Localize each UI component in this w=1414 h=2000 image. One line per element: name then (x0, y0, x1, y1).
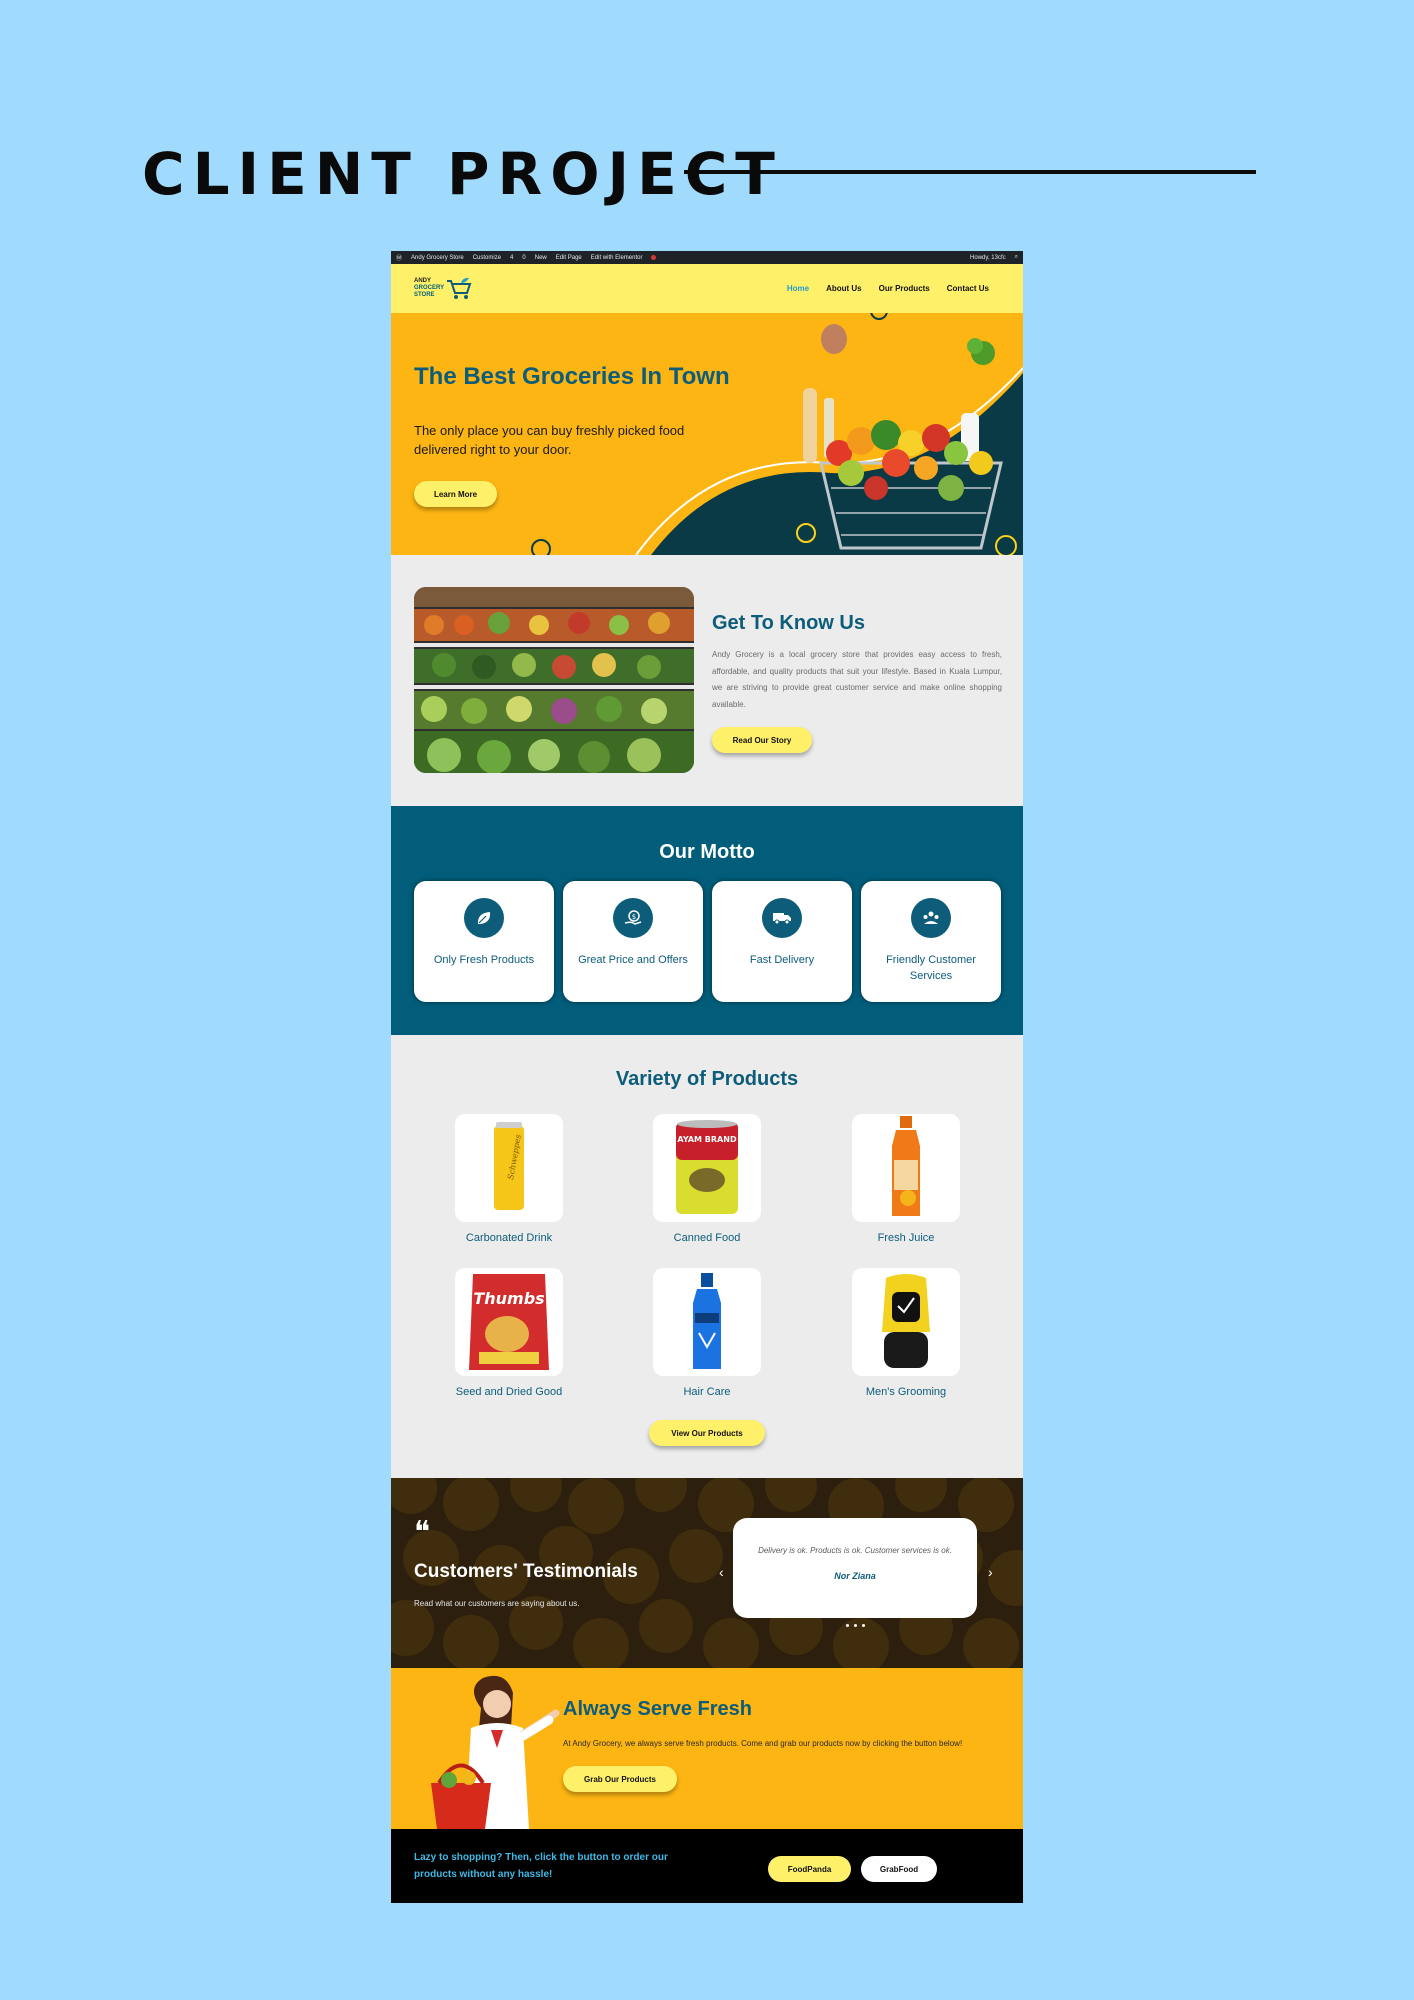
admin-elementor[interactable]: Edit with Elementor (591, 255, 643, 261)
motto-card-service: Friendly Customer Services (861, 881, 1001, 1002)
canned-food-image: AYAM BRAND (676, 1120, 738, 1214)
main-nav: Home About Us Our Products Contact Us (787, 284, 989, 293)
logo-line-2: GROCERY (414, 285, 445, 291)
product-canned-food[interactable]: AYAM BRAND Canned Food (653, 1114, 761, 1244)
product-hair-care[interactable]: Hair Care (653, 1268, 761, 1398)
hero-section: The Best Groceries In Town The only plac… (391, 313, 1023, 555)
about-title: Get To Know Us (712, 612, 865, 634)
order-footer: Lazy to shopping? Then, click the button… (391, 1829, 1023, 1903)
admin-updates[interactable]: 4 (510, 255, 513, 261)
testimonial-author: Nor Ziana (834, 1571, 876, 1581)
motto-card-price: $ Great Price and Offers (563, 881, 703, 1002)
svg-text:Thumbs: Thumbs (473, 1289, 544, 1308)
hair-oil-bottle-image (693, 1273, 721, 1369)
serve-title: Always Serve Fresh (563, 1698, 752, 1720)
page-heading: CLIENT PROJECT (142, 140, 783, 208)
testimonial-card: Delivery is ok. Products is ok. Customer… (733, 1518, 977, 1618)
grabfood-button[interactable]: GrabFood (861, 1856, 937, 1882)
wp-admin-bar: Ⓦ Andy Grocery Store Customize 4 0 New E… (391, 251, 1023, 264)
shopping-cart-icon (447, 277, 472, 299)
woman-with-basket-image (431, 1675, 560, 1829)
product-label: Men's Grooming (865, 1386, 947, 1398)
product-fresh-juice[interactable]: Fresh Juice (852, 1114, 960, 1244)
learn-more-button[interactable]: Learn More (414, 481, 497, 507)
carousel-prev-icon[interactable]: ‹ (719, 1564, 724, 1580)
juice-bottle-image (892, 1116, 920, 1216)
about-section: Get To Know Us Andy Grocery is a local g… (391, 555, 1023, 806)
motto-card-delivery: Fast Delivery (712, 881, 852, 1002)
svg-text:AYAM BRAND: AYAM BRAND (677, 1135, 737, 1144)
motto-card-fresh: Only Fresh Products (414, 881, 554, 1002)
nav-home[interactable]: Home (787, 284, 809, 293)
hero-title: The Best Groceries In Town (414, 363, 730, 390)
leaf-icon (464, 898, 504, 938)
website-screenshot: Ⓦ Andy Grocery Store Customize 4 0 New E… (391, 251, 1023, 1903)
nav-contact[interactable]: Contact Us (947, 284, 989, 293)
carousel-dot[interactable] (846, 1624, 849, 1627)
product-label: Carbonated Drink (465, 1232, 553, 1244)
motto-label: Fast Delivery (749, 954, 815, 966)
carousel-next-icon[interactable]: › (988, 1564, 993, 1580)
customer-service-icon (911, 898, 951, 938)
heading-rule (684, 170, 1256, 174)
admin-site-name[interactable]: Andy Grocery Store (411, 255, 464, 261)
logo-line-1: ANDY (414, 278, 432, 284)
search-icon[interactable]: ⌕ (1015, 254, 1018, 261)
grab-our-products-button[interactable]: Grab Our Products (563, 1766, 677, 1792)
product-label: Fresh Juice (877, 1232, 935, 1244)
product-label: Canned Food (673, 1232, 741, 1244)
notification-dot-icon (651, 255, 657, 260)
motto-title: Our Motto (659, 841, 755, 863)
read-our-story-button[interactable]: Read Our Story (712, 727, 812, 753)
product-carbonated-drink[interactable]: Schweppes Carbonated Drink (455, 1114, 563, 1244)
snack-bag-image: Thumbs (469, 1274, 549, 1370)
product-label: Hair Care (683, 1386, 731, 1398)
testimonials-title: Customers' Testimonials (414, 1561, 638, 1582)
admin-howdy[interactable]: Howdy, 13cfc (970, 255, 1006, 261)
view-our-products-button[interactable]: View Our Products (649, 1420, 765, 1446)
deodorant-bottle-image (882, 1274, 930, 1368)
foodpanda-button[interactable]: FoodPanda (768, 1856, 851, 1882)
testimonials-section: ❝ Customers' Testimonials Read what our … (391, 1478, 1023, 1668)
carousel-dot[interactable] (862, 1624, 865, 1627)
motto-label: Great Price and Offers (578, 954, 688, 966)
admin-new[interactable]: New (535, 255, 547, 261)
wordpress-icon[interactable]: Ⓦ (396, 253, 402, 262)
products-title: Variety of Products (615, 1068, 799, 1090)
price-tag-icon: $ (613, 898, 653, 938)
footer-text: Lazy to shopping? Then, click the button… (414, 1852, 668, 1880)
carousel-dots (846, 1624, 865, 1627)
hero-text: The only place you can buy freshly picke… (414, 423, 685, 457)
delivery-truck-icon (762, 898, 802, 938)
nav-about[interactable]: About Us (826, 284, 862, 293)
admin-edit-page[interactable]: Edit Page (556, 255, 582, 261)
product-seed-dried[interactable]: Thumbs Seed and Dried Good (455, 1268, 563, 1398)
testimonial-quote: Delivery is ok. Products is ok. Customer… (758, 1546, 952, 1555)
svg-text:$: $ (632, 913, 636, 921)
logo-line-3: STORE (414, 292, 435, 298)
admin-customize[interactable]: Customize (473, 255, 501, 261)
motto-label: Only Fresh Products (433, 954, 535, 966)
motto-section: Our Motto Only Fresh Products $ Great Pr… (391, 806, 1023, 1035)
soda-can-image: Schweppes (494, 1122, 524, 1210)
site-header: ANDY GROCERY STORE Home About Us Our Pro… (391, 264, 1023, 313)
admin-comments[interactable]: 0 (522, 255, 525, 261)
carousel-dot[interactable] (854, 1624, 857, 1627)
site-logo[interactable]: ANDY GROCERY STORE (414, 277, 472, 301)
store-shelf-image (414, 587, 694, 773)
nav-products[interactable]: Our Products (879, 284, 930, 293)
serve-fresh-section: Always Serve Fresh At Andy Grocery, we a… (391, 1668, 1023, 1829)
motto-label: Friendly Customer Services (886, 954, 976, 982)
testimonials-subtitle: Read what our customers are saying about… (414, 1599, 580, 1608)
about-text: Andy Grocery is a local grocery store th… (712, 650, 1002, 709)
products-section: Variety of Products Schweppes Carbonated… (391, 1035, 1023, 1478)
product-mens-grooming[interactable]: Men's Grooming (852, 1268, 960, 1398)
serve-text: At Andy Grocery, we always serve fresh p… (563, 1739, 963, 1748)
product-label: Seed and Dried Good (455, 1386, 563, 1398)
quote-icon: ❝ (414, 1515, 431, 1550)
